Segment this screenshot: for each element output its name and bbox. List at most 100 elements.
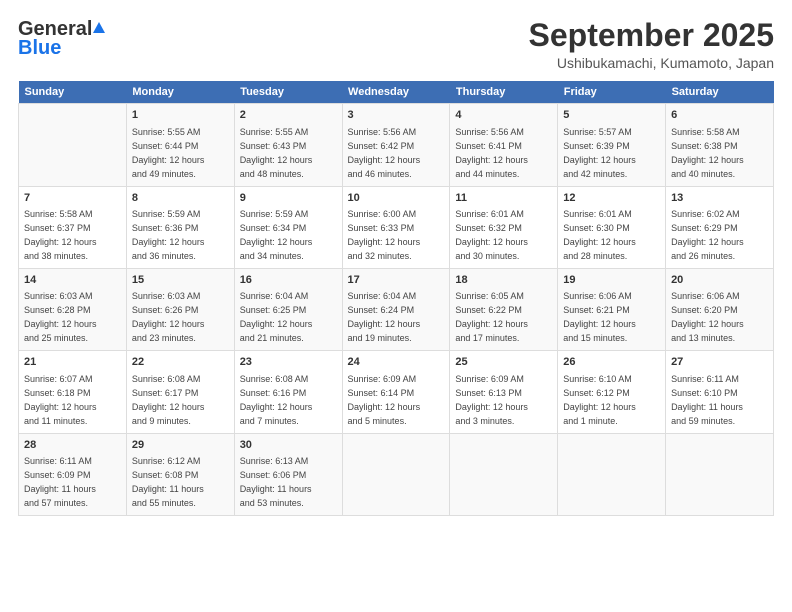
day-number: 11 — [455, 191, 552, 206]
calendar-cell: 10Sunrise: 6:00 AM Sunset: 6:33 PM Dayli… — [342, 186, 450, 268]
calendar-cell: 13 Sunrise: 6:02 AM Sunset: 6:29 PM Dayli… — [666, 186, 774, 268]
calendar-cell — [342, 433, 450, 515]
day-detail: Sunrise: 6:06 AM Sunset: 6:20 PM Dayligh… — [671, 291, 744, 343]
day-number: 23 — [240, 355, 337, 370]
day-number: 27 — [671, 355, 768, 370]
day-detail: Sunrise: 5:58 AM Sunset: 6:38 PM Dayligh… — [671, 127, 744, 179]
logo-triangle-icon — [93, 22, 105, 33]
day-detail: Sunrise: 6:11 AM Sunset: 6:10 PM Dayligh… — [671, 374, 743, 426]
day-detail: Sunrise: 6:09 AM Sunset: 6:13 PM Dayligh… — [455, 374, 528, 426]
day-number: 20 — [671, 273, 768, 288]
day-detail: Sunrise: 6:11 AM Sunset: 6:09 PM Dayligh… — [24, 456, 96, 508]
calendar-cell — [450, 433, 558, 515]
day-detail: Sunrise: 5:58 AM Sunset: 6:37 PM Dayligh… — [24, 209, 97, 261]
day-number: 3 — [348, 108, 445, 123]
day-number: 19 — [563, 273, 660, 288]
calendar-header-row: SundayMondayTuesdayWednesdayThursdayFrid… — [19, 81, 774, 104]
calendar-cell: 27 Sunrise: 6:11 AM Sunset: 6:10 PM Dayli… — [666, 351, 774, 433]
day-header-thursday: Thursday — [450, 81, 558, 104]
calendar-cell: 19Sunrise: 6:06 AM Sunset: 6:21 PM Dayli… — [558, 268, 666, 350]
calendar-cell: 9 Sunrise: 5:59 AM Sunset: 6:34 PM Daylig… — [234, 186, 342, 268]
day-number: 13 — [671, 191, 768, 206]
day-number: 6 — [671, 108, 768, 123]
day-detail: Sunrise: 5:57 AM Sunset: 6:39 PM Dayligh… — [563, 127, 636, 179]
day-number: 21 — [24, 355, 121, 370]
day-number: 24 — [348, 355, 445, 370]
day-number: 18 — [455, 273, 552, 288]
day-number: 17 — [348, 273, 445, 288]
day-detail: Sunrise: 5:59 AM Sunset: 6:34 PM Dayligh… — [240, 209, 313, 261]
month-title: September 2025 — [529, 18, 774, 53]
logo-blue: Blue — [18, 37, 61, 60]
day-number: 8 — [132, 191, 229, 206]
calendar-cell: 8 Sunrise: 5:59 AM Sunset: 6:36 PM Daylig… — [126, 186, 234, 268]
week-row-4: 21Sunrise: 6:07 AM Sunset: 6:18 PM Dayli… — [19, 351, 774, 433]
calendar-cell: 1Sunrise: 5:55 AM Sunset: 6:44 PM Daylig… — [126, 104, 234, 186]
calendar-cell: 24 Sunrise: 6:09 AM Sunset: 6:14 PM Dayli… — [342, 351, 450, 433]
day-detail: Sunrise: 6:02 AM Sunset: 6:29 PM Dayligh… — [671, 209, 744, 261]
day-detail: Sunrise: 6:04 AM Sunset: 6:24 PM Dayligh… — [348, 291, 421, 343]
day-number: 22 — [132, 355, 229, 370]
location: Ushibukamachi, Kumamoto, Japan — [529, 55, 774, 71]
day-number: 5 — [563, 108, 660, 123]
calendar-cell: 30 Sunrise: 6:13 AM Sunset: 6:06 PM Dayli… — [234, 433, 342, 515]
header: General Blue September 2025 Ushibukamach… — [18, 18, 774, 71]
day-detail: Sunrise: 6:04 AM Sunset: 6:25 PM Dayligh… — [240, 291, 313, 343]
calendar-cell: 21Sunrise: 6:07 AM Sunset: 6:18 PM Dayli… — [19, 351, 127, 433]
calendar-cell: 5 Sunrise: 5:57 AM Sunset: 6:39 PM Daylig… — [558, 104, 666, 186]
day-header-tuesday: Tuesday — [234, 81, 342, 104]
calendar-cell: 15Sunrise: 6:03 AM Sunset: 6:26 PM Dayli… — [126, 268, 234, 350]
day-detail: Sunrise: 6:08 AM Sunset: 6:16 PM Dayligh… — [240, 374, 313, 426]
day-number: 2 — [240, 108, 337, 123]
calendar-cell: 12Sunrise: 6:01 AM Sunset: 6:30 PM Dayli… — [558, 186, 666, 268]
calendar-table: SundayMondayTuesdayWednesdayThursdayFrid… — [18, 81, 774, 516]
day-detail: Sunrise: 5:56 AM Sunset: 6:42 PM Dayligh… — [348, 127, 421, 179]
day-detail: Sunrise: 6:12 AM Sunset: 6:08 PM Dayligh… — [132, 456, 204, 508]
day-header-sunday: Sunday — [19, 81, 127, 104]
day-detail: Sunrise: 6:03 AM Sunset: 6:28 PM Dayligh… — [24, 291, 97, 343]
calendar-cell: 18Sunrise: 6:05 AM Sunset: 6:22 PM Dayli… — [450, 268, 558, 350]
logo: General Blue — [18, 18, 106, 60]
calendar-cell: 23 Sunrise: 6:08 AM Sunset: 6:16 PM Dayli… — [234, 351, 342, 433]
day-detail: Sunrise: 5:59 AM Sunset: 6:36 PM Dayligh… — [132, 209, 205, 261]
calendar-cell — [558, 433, 666, 515]
calendar-cell: 26Sunrise: 6:10 AM Sunset: 6:12 PM Dayli… — [558, 351, 666, 433]
week-row-1: 1Sunrise: 5:55 AM Sunset: 6:44 PM Daylig… — [19, 104, 774, 186]
day-number: 28 — [24, 438, 121, 453]
calendar-cell: 16 Sunrise: 6:04 AM Sunset: 6:25 PM Dayli… — [234, 268, 342, 350]
day-header-friday: Friday — [558, 81, 666, 104]
week-row-3: 14 Sunrise: 6:03 AM Sunset: 6:28 PM Dayli… — [19, 268, 774, 350]
day-number: 10 — [348, 191, 445, 206]
calendar-cell: 20 Sunrise: 6:06 AM Sunset: 6:20 PM Dayli… — [666, 268, 774, 350]
day-header-monday: Monday — [126, 81, 234, 104]
day-number: 4 — [455, 108, 552, 123]
calendar-cell: 25 Sunrise: 6:09 AM Sunset: 6:13 PM Dayli… — [450, 351, 558, 433]
calendar-cell: 3 Sunrise: 5:56 AM Sunset: 6:42 PM Daylig… — [342, 104, 450, 186]
calendar-cell: 2 Sunrise: 5:55 AM Sunset: 6:43 PM Daylig… — [234, 104, 342, 186]
day-number: 7 — [24, 191, 121, 206]
day-detail: Sunrise: 6:08 AM Sunset: 6:17 PM Dayligh… — [132, 374, 205, 426]
day-number: 9 — [240, 191, 337, 206]
day-number: 25 — [455, 355, 552, 370]
day-number: 30 — [240, 438, 337, 453]
calendar-cell: 17 Sunrise: 6:04 AM Sunset: 6:24 PM Dayli… — [342, 268, 450, 350]
calendar-cell: 14 Sunrise: 6:03 AM Sunset: 6:28 PM Dayli… — [19, 268, 127, 350]
day-number: 29 — [132, 438, 229, 453]
day-number: 16 — [240, 273, 337, 288]
day-detail: Sunrise: 5:56 AM Sunset: 6:41 PM Dayligh… — [455, 127, 528, 179]
day-number: 14 — [24, 273, 121, 288]
calendar-cell: 7 Sunrise: 5:58 AM Sunset: 6:37 PM Daylig… — [19, 186, 127, 268]
week-row-5: 28 Sunrise: 6:11 AM Sunset: 6:09 PM Dayli… — [19, 433, 774, 515]
day-detail: Sunrise: 6:03 AM Sunset: 6:26 PM Dayligh… — [132, 291, 205, 343]
day-detail: Sunrise: 6:09 AM Sunset: 6:14 PM Dayligh… — [348, 374, 421, 426]
day-detail: Sunrise: 5:55 AM Sunset: 6:44 PM Dayligh… — [132, 127, 205, 179]
calendar-cell — [666, 433, 774, 515]
calendar-cell: 11 Sunrise: 6:01 AM Sunset: 6:32 PM Dayli… — [450, 186, 558, 268]
day-detail: Sunrise: 6:13 AM Sunset: 6:06 PM Dayligh… — [240, 456, 312, 508]
day-detail: Sunrise: 6:01 AM Sunset: 6:32 PM Dayligh… — [455, 209, 528, 261]
title-block: September 2025 Ushibukamachi, Kumamoto, … — [529, 18, 774, 71]
day-detail: Sunrise: 5:55 AM Sunset: 6:43 PM Dayligh… — [240, 127, 313, 179]
calendar-cell: 29 Sunrise: 6:12 AM Sunset: 6:08 PM Dayli… — [126, 433, 234, 515]
day-number: 12 — [563, 191, 660, 206]
day-number: 26 — [563, 355, 660, 370]
